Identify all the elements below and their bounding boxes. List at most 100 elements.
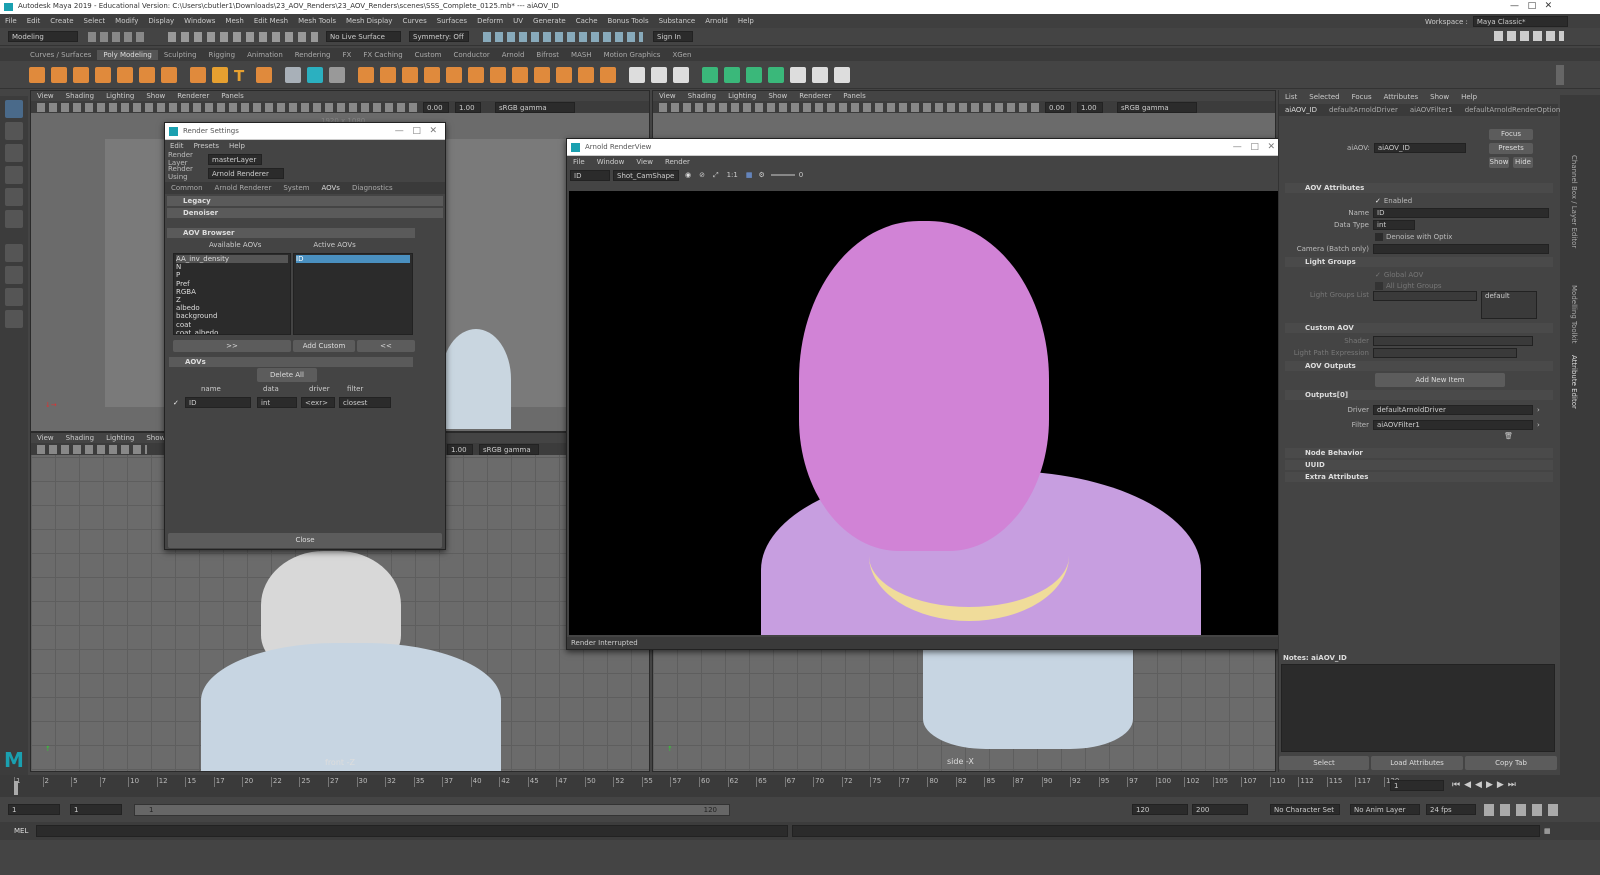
time-slider[interactable]: 1 2 5 7 10 12 15 17 20 22 25 27 30 32 35 37 40 42 45 47 50 52… [0,775,1600,797]
shelf-tab-animation[interactable]: Animation [241,50,289,60]
tr-tool-icons[interactable] [659,102,1039,112]
uv-planar-icon[interactable] [702,66,718,83]
shelf-tab-fx[interactable]: FX [337,50,358,60]
rv-menu-window[interactable]: Window [597,158,625,166]
rs-tab-diagnostics[interactable]: Diagnostics [346,184,399,192]
rs-aov-name-field[interactable]: ID [185,397,251,408]
viewport-top-right[interactable]: View Shading Lighting Show Renderer Pane… [652,90,1276,140]
rs-available-item[interactable]: N [176,263,288,271]
poly-torus-icon[interactable] [117,66,133,83]
exposure-field[interactable]: 0.00 [423,101,449,113]
front-tool-icons[interactable] [37,444,147,454]
two-view-icon[interactable] [5,288,23,306]
current-frame-field[interactable]: 1 [1390,780,1444,791]
shelf-tab-curves[interactable]: Curves / Surfaces [24,50,97,60]
rs-aov-enabled-checkbox[interactable]: ✓ [173,399,185,407]
vp-tr-menu-panels[interactable]: Panels [843,92,866,100]
boolean-union-icon[interactable] [424,66,440,83]
ae-section-aov-outputs[interactable]: AOV Outputs [1285,361,1553,371]
ratio-label[interactable]: 1:1 [727,171,738,179]
ae-lpe-field[interactable] [1373,348,1517,358]
aov-select[interactable]: ID [570,169,610,181]
ae-driver-link-icon[interactable]: › [1537,406,1540,414]
rv-menu-view[interactable]: View [636,158,653,166]
mode-select[interactable]: Modeling [8,31,78,42]
shelf-tab-sculpting[interactable]: Sculpting [158,50,203,60]
rv-menu-render[interactable]: Render [665,158,690,166]
rv-menu-file[interactable]: File [573,158,585,166]
rs-add-button[interactable]: >> [173,340,291,352]
ae-section-uuid[interactable]: UUID [1285,460,1553,470]
shelf-tab-mash[interactable]: MASH [565,50,598,60]
rs-remove-button[interactable]: << [357,340,415,352]
menu-select[interactable]: Select [84,17,106,25]
menu-mesh-tools[interactable]: Mesh Tools [298,17,336,25]
ae-driver-field[interactable]: defaultArnoldDriver [1373,404,1533,415]
poly-cylinder-icon[interactable] [73,66,89,83]
poly-cube-icon[interactable] [51,66,67,83]
vp-tr-menu-lighting[interactable]: Lighting [728,92,756,100]
shelf-scroll[interactable] [1556,65,1564,85]
shelf-tab-motion-graphics[interactable]: Motion Graphics [598,50,667,60]
render-icons[interactable] [483,31,643,42]
cmd-language-label[interactable]: MEL [14,827,36,835]
rs-section-legacy[interactable]: Legacy [167,196,443,206]
menu-substance[interactable]: Substance [659,17,696,25]
paint-select-icon[interactable] [5,144,23,162]
rs-menu-presets[interactable]: Presets [194,142,219,150]
rs-available-item[interactable]: AA_inv_density [176,255,288,264]
bridge-icon[interactable] [512,66,528,83]
vp-menu-panels[interactable]: Panels [221,92,244,100]
select-tool-icon[interactable] [5,100,23,118]
tr-color-space[interactable]: sRGB gamma [1117,101,1197,113]
uv-cut-icon[interactable] [834,66,850,83]
single-view-icon[interactable] [5,244,23,262]
ae-copy-tab-button[interactable]: Copy Tab [1465,756,1557,770]
ae-menu-list[interactable]: List [1285,93,1297,101]
ae-node-field[interactable]: aiAOV_ID [1373,143,1466,153]
vp-front-menu-view[interactable]: View [37,434,54,442]
ae-tab-render-options[interactable]: defaultArnoldRenderOptions [1459,106,1570,114]
append-icon[interactable] [578,66,594,83]
uv-auto-icon[interactable] [768,66,784,83]
sculpt-icon[interactable] [285,66,301,83]
ae-tab-driver[interactable]: defaultArnoldDriver [1323,106,1404,114]
vp-tr-menu-show[interactable]: Show [768,92,787,100]
boolean-diff-icon[interactable] [446,66,462,83]
front-gamma-field[interactable]: 1.00 [447,443,473,455]
ae-lg-list-field[interactable] [1373,291,1477,301]
shelf-tab-fx-caching[interactable]: FX Caching [357,50,408,60]
anim-layer-select[interactable]: No Anim Layer [1350,804,1420,815]
uv-checker-icon[interactable] [790,66,806,83]
vp-menu-lighting[interactable]: Lighting [106,92,134,100]
vp-front-menu-show[interactable]: Show [146,434,165,442]
ae-section-light-groups[interactable]: Light Groups [1285,257,1553,267]
vp-tr-menu-shading[interactable]: Shading [688,92,716,100]
playback-end-field[interactable]: 120 [1132,804,1188,815]
platonic-icon[interactable] [190,66,206,83]
poly-plane-icon[interactable] [139,66,155,83]
ae-section-node-behavior[interactable]: Node Behavior [1285,448,1553,458]
rs-tab-aovs[interactable]: AOVs [315,184,346,192]
svg-icon[interactable] [256,66,272,83]
poly-sphere-icon[interactable] [29,66,45,83]
menu-create[interactable]: Create [50,17,73,25]
rs-available-item[interactable]: albedo [176,304,288,312]
shelf-tab-xgen[interactable]: XGen [666,50,697,60]
ae-trash-icon[interactable]: 🗑 [1285,432,1553,446]
rotate-tool-icon[interactable] [5,188,23,206]
rs-section-denoiser[interactable]: Denoiser [167,208,443,218]
multi-cut-icon[interactable] [600,66,616,83]
anim-start-field[interactable]: 1 [8,804,60,815]
ae-enabled-checkbox[interactable]: ✓ [1375,197,1381,205]
script-editor-icon[interactable]: ▦ [1544,827,1551,835]
ae-focus-button[interactable]: Focus [1489,129,1533,140]
rs-available-list[interactable]: AA_inv_density N P Pref RGBA Z albedo ba… [173,253,291,335]
ae-lg-default-box[interactable]: default [1481,291,1537,319]
menu-surfaces[interactable]: Surfaces [437,17,467,25]
viewport-side[interactable]: side -X ↑ [652,648,1276,772]
rs-available-item[interactable]: RGBA [176,288,288,296]
ae-tab-aiaov[interactable]: aiAOV_ID [1279,106,1324,114]
menu-arnold[interactable]: Arnold [705,17,728,25]
menu-mesh-display[interactable]: Mesh Display [346,17,392,25]
